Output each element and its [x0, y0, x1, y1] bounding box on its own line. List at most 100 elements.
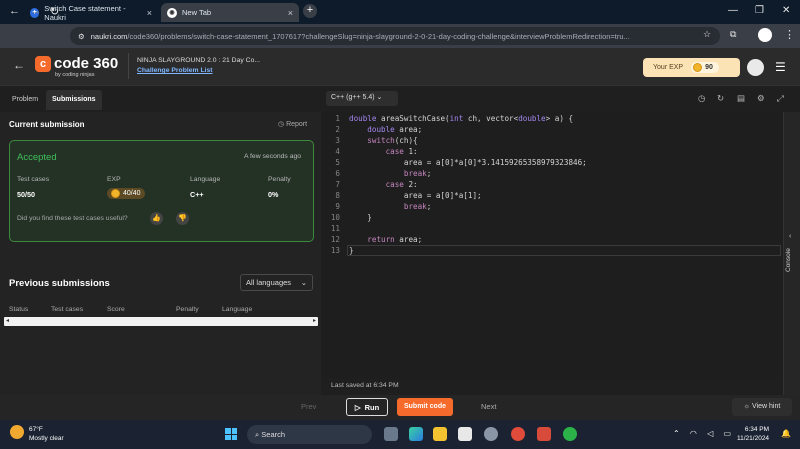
site-info-icon[interactable]: ⚙ [78, 32, 85, 41]
clock-date: 11/21/2024 [737, 435, 770, 442]
run-label: Run [364, 402, 380, 412]
line-number: 9 [335, 202, 340, 211]
challenge-problem-list-link[interactable]: Challenge Problem List [137, 67, 268, 74]
chrome-taskbar-icon[interactable] [511, 427, 525, 441]
system-clock[interactable]: 6:34 PM 11/21/2024 [737, 425, 769, 443]
reset-icon[interactable]: ↻ [717, 93, 724, 104]
line-number: 10 [330, 213, 340, 222]
minimize-icon[interactable]: — [728, 5, 738, 16]
fullscreen-icon[interactable]: ⤢ [777, 93, 784, 104]
line-number: 12 [330, 235, 340, 244]
task-view-icon[interactable] [384, 427, 398, 441]
breadcrumb-title: NINJA SLAYGROUND 2.0 : 21 Day Co... [137, 57, 261, 64]
profile-avatar[interactable] [758, 28, 772, 42]
view-hint-button[interactable]: ☼ View hint [732, 398, 792, 416]
language-value: C++ [190, 190, 204, 199]
code-line-4: case 1: [385, 147, 418, 156]
report-button[interactable]: ◷ Report [278, 120, 307, 128]
th-status: Status [9, 306, 29, 313]
weather-desc: Mostly clear [29, 435, 64, 442]
breadcrumb: NINJA SLAYGROUND 2.0 : 21 Day Co... Chal… [128, 53, 268, 79]
code-line-13: } [349, 246, 354, 255]
reload-icon[interactable]: ↻ [50, 5, 59, 18]
language-filter-value: All languages [246, 278, 292, 287]
status-accepted: Accepted [17, 152, 57, 163]
coin-icon [111, 189, 120, 198]
store-icon[interactable] [458, 427, 472, 441]
run-button[interactable]: ▷ Run [346, 398, 388, 416]
logo-mark-icon: c [35, 56, 51, 72]
line-number: 1 [335, 114, 340, 123]
language-picker[interactable]: C++ (g++ 5.4) ⌄ [326, 91, 398, 106]
user-avatar[interactable] [747, 59, 764, 76]
extensions-icon[interactable]: ⧉ [730, 29, 736, 40]
prev-button[interactable]: Prev [301, 402, 316, 411]
window-close-icon[interactable]: ✕ [782, 5, 790, 16]
whatsapp-icon[interactable] [563, 427, 577, 441]
back-arrow-icon[interactable]: ← [13, 58, 25, 72]
exp-widget[interactable]: Your EXP 90 [643, 58, 740, 77]
close-icon[interactable]: × [147, 8, 152, 18]
code-line-5: area = a[0]*a[0]*3.14159265358979323846; [349, 158, 587, 167]
file-explorer-icon[interactable] [433, 427, 447, 441]
new-tab-button[interactable]: + [303, 4, 317, 18]
notes-icon[interactable]: ▤ [737, 93, 745, 104]
back-icon[interactable]: ← [9, 5, 20, 17]
logo-text: code 360 [54, 55, 119, 72]
clock-time: 6:34 PM [744, 426, 770, 433]
exp-earned: 40/40 [123, 190, 141, 197]
language-picker-value: C++ (g++ 5.4) [331, 94, 375, 101]
exp-pill: 90 [691, 62, 719, 73]
copilot-icon[interactable] [409, 427, 423, 441]
thumbs-down-icon[interactable]: 👎 [176, 212, 189, 225]
language-filter[interactable]: All languages ⌄ [240, 274, 313, 291]
tab-new-tab[interactable]: ◉ New Tab × [161, 3, 299, 22]
col-testcases: Test cases [17, 176, 50, 183]
col-penalty: Penalty [268, 176, 291, 183]
restore-icon[interactable]: ❐ [755, 5, 764, 16]
address-bar[interactable]: ⚙ naukri.com/code360/problems/switch-cas… [70, 27, 720, 45]
code-line-3: switch(ch){ [367, 136, 418, 145]
tab-submissions[interactable]: Submissions [46, 90, 102, 110]
taskbar-search[interactable]: ⌕ Search [247, 425, 372, 444]
line-number: 8 [335, 191, 340, 200]
line-number: 2 [335, 125, 340, 134]
weather-widget[interactable]: 67°F Mostly clear [10, 425, 64, 443]
thumbs-up-icon[interactable]: 👍 [150, 212, 163, 225]
settings-icon[interactable]: ⚙ [757, 93, 765, 104]
code360-logo[interactable]: c code 360 [35, 56, 118, 72]
submit-code-button[interactable]: Submit code [397, 398, 453, 416]
tab-switch-case[interactable]: ✦ Switch Case statement - Naukri × [24, 3, 158, 22]
system-tray[interactable]: ⌃ ◠ ◁ ▭ [673, 429, 735, 438]
windows-start-icon[interactable] [225, 428, 237, 440]
hamburger-menu-icon[interactable]: ☰ [775, 60, 786, 74]
timer-icon[interactable]: ◷ [698, 93, 705, 104]
horizontal-scrollbar[interactable]: ◂ ▸ [4, 317, 318, 326]
exp-value: 90 [705, 64, 713, 71]
chevron-left-icon[interactable]: ‹ [789, 233, 791, 240]
line-number: 3 [335, 136, 340, 145]
col-language: Language [190, 176, 221, 183]
current-line-highlight [347, 245, 781, 256]
weather-moon-icon [10, 425, 24, 439]
settings-app-icon[interactable] [484, 427, 498, 441]
close-icon[interactable]: × [288, 8, 293, 18]
tab-problem[interactable]: Problem [6, 90, 44, 110]
logo-subtitle: by coding ninjas [55, 72, 95, 78]
submission-time: A few seconds ago [244, 153, 302, 160]
scroll-left-icon[interactable]: ◂ [6, 317, 9, 326]
line-number: 6 [335, 169, 340, 178]
coin-icon [693, 63, 703, 72]
code-line-10: } [349, 213, 372, 222]
bookmark-star-icon[interactable]: ☆ [703, 29, 711, 40]
forward-icon[interactable]: → [30, 5, 41, 17]
gmail-icon[interactable] [537, 427, 551, 441]
code-line-7: case 2: [385, 180, 418, 189]
scroll-right-icon[interactable]: ▸ [313, 317, 316, 326]
browser-menu-icon[interactable]: ⋮ [784, 28, 795, 41]
th-score: Score [107, 306, 125, 313]
next-button[interactable]: Next [481, 402, 496, 411]
notification-bell-icon[interactable]: 🔔 [781, 429, 791, 438]
line-number: 4 [335, 147, 340, 156]
code-line-8: area = a[0]*a[1]; [349, 191, 482, 200]
